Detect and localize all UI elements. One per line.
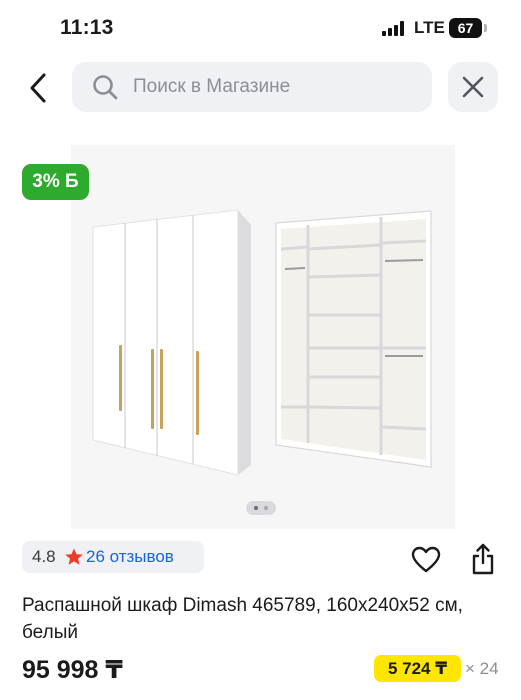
- product-price: 95 998 ₸: [22, 656, 123, 684]
- star-icon: [65, 548, 83, 565]
- battery-tip: [484, 24, 487, 32]
- cashback-badge: 3% Б: [22, 164, 89, 200]
- reviews-link[interactable]: 26 отзывов: [86, 547, 174, 567]
- search-icon: [93, 75, 118, 100]
- share-icon[interactable]: [469, 542, 497, 576]
- gallery-pager[interactable]: [246, 501, 276, 515]
- favorite-heart-icon[interactable]: [411, 546, 441, 574]
- search-placeholder: Поиск в Магазине: [133, 76, 291, 97]
- status-bar: 11:13 LTE 67: [0, 0, 521, 58]
- product-image[interactable]: [71, 145, 455, 529]
- network-type: LTE: [414, 18, 445, 37]
- chevron-left-icon: [30, 73, 46, 103]
- installment-months: × 24: [465, 659, 499, 678]
- installment-badge[interactable]: 5 724 ₸: [374, 655, 461, 682]
- search-input[interactable]: Поиск в Магазине: [72, 62, 432, 112]
- battery-icon: 67: [449, 18, 482, 38]
- status-time: 11:13: [60, 16, 114, 39]
- rating-chip[interactable]: 4.8 26 отзывов: [22, 541, 204, 573]
- wardrobe-image: [92, 209, 432, 476]
- rating-value: 4.8: [32, 547, 56, 566]
- close-icon: [462, 76, 484, 98]
- back-button[interactable]: [22, 70, 56, 106]
- pager-dot-active: [254, 506, 258, 510]
- product-title: Распашной шкаф Dimash 465789, 160x240x52…: [22, 595, 463, 643]
- pager-dot: [264, 506, 268, 510]
- close-button[interactable]: [448, 62, 498, 112]
- signal-icon: [382, 21, 406, 36]
